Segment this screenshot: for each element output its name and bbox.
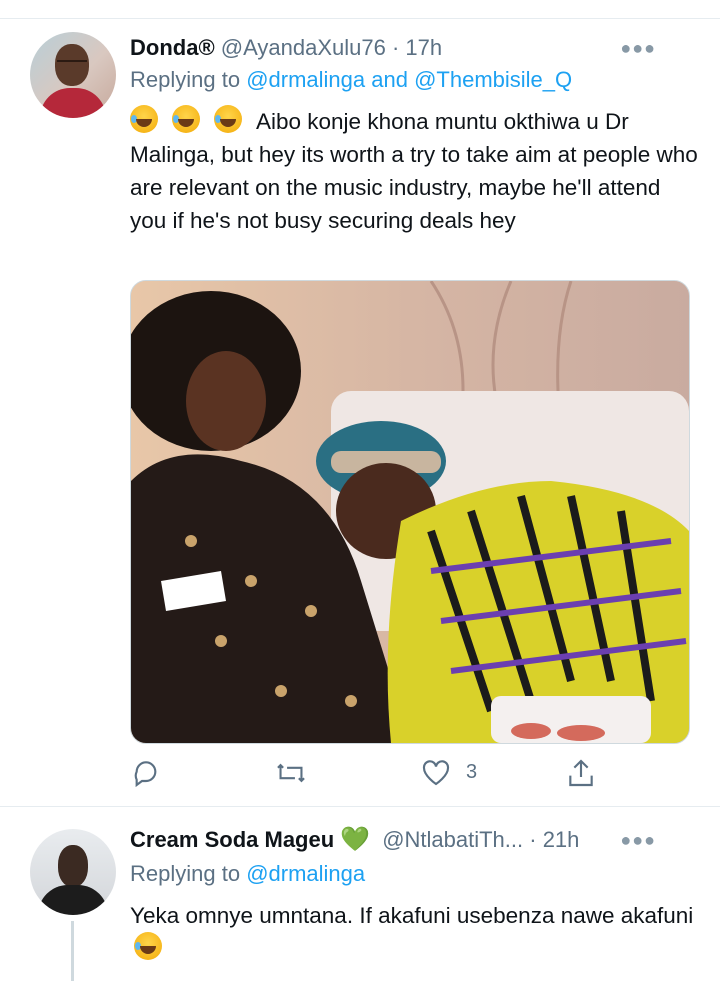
like-count: 3	[466, 760, 478, 783]
replying-to: Replying to @drmalinga	[130, 859, 365, 889]
tweet-header: Donda® @AyandaXulu76 · 17h ●●●	[130, 33, 690, 63]
user-handle[interactable]: @AyandaXulu76	[221, 35, 386, 60]
reply-icon	[134, 761, 157, 788]
like-button[interactable]: 3	[420, 757, 477, 787]
face-with-tears-of-joy-icon	[134, 932, 162, 960]
tweet[interactable]: Donda® @AyandaXulu76 · 17h ●●● Replying …	[0, 19, 720, 805]
like-icon	[422, 760, 450, 786]
face-with-tears-of-joy-icon	[130, 105, 158, 133]
photo-illustration	[131, 281, 689, 743]
tweet[interactable]: Cream Soda Mageu 💚 @NtlabatiTh... · 21h ●…	[0, 806, 720, 981]
tweet-text-content: Yeka omnye umntana. If akafuni usebenza …	[130, 903, 694, 928]
tweet-text: Yeka omnye umntana. If akafuni usebenza …	[130, 899, 700, 965]
replying-to-users[interactable]: @drmalinga	[246, 861, 365, 886]
timestamp[interactable]: · 17h	[392, 35, 442, 60]
avatar[interactable]	[30, 32, 116, 118]
timestamp[interactable]: · 21h	[529, 827, 579, 852]
display-name[interactable]: Donda®	[130, 35, 215, 60]
replying-to-label: Replying to	[130, 67, 241, 92]
replying-to: Replying to @drmalinga and @Thembisile_Q	[130, 65, 572, 95]
share-button[interactable]	[566, 757, 596, 789]
replying-to-label: Replying to	[130, 861, 241, 886]
user-handle[interactable]: @NtlabatiTh...	[382, 827, 523, 852]
thread-line	[71, 921, 74, 981]
tweet-header: Cream Soda Mageu 💚 @NtlabatiTh... · 21h ●…	[130, 825, 690, 855]
display-name[interactable]: Cream Soda Mageu	[130, 827, 334, 852]
tweet-text-content: Aibo konje khona muntu okthiwa u Dr Mali…	[130, 109, 698, 233]
tweet-text: Aibo konje khona muntu okthiwa u Dr Mali…	[130, 105, 700, 237]
green-heart-icon: 💚	[340, 826, 371, 853]
retweet-icon	[277, 763, 305, 783]
share-icon	[569, 759, 593, 787]
tweet-photo[interactable]	[130, 280, 690, 744]
retweet-button[interactable]	[274, 757, 308, 789]
reply-button[interactable]	[130, 757, 162, 789]
avatar[interactable]	[30, 829, 116, 915]
face-with-tears-of-joy-icon	[172, 105, 200, 133]
tweet-actions: 3	[130, 757, 593, 793]
face-with-tears-of-joy-icon	[214, 105, 242, 133]
more-horizontal-icon[interactable]: ●●●	[620, 825, 656, 855]
more-horizontal-icon[interactable]: ●●●	[620, 33, 656, 63]
replying-to-users[interactable]: @drmalinga and @Thembisile_Q	[246, 67, 572, 92]
